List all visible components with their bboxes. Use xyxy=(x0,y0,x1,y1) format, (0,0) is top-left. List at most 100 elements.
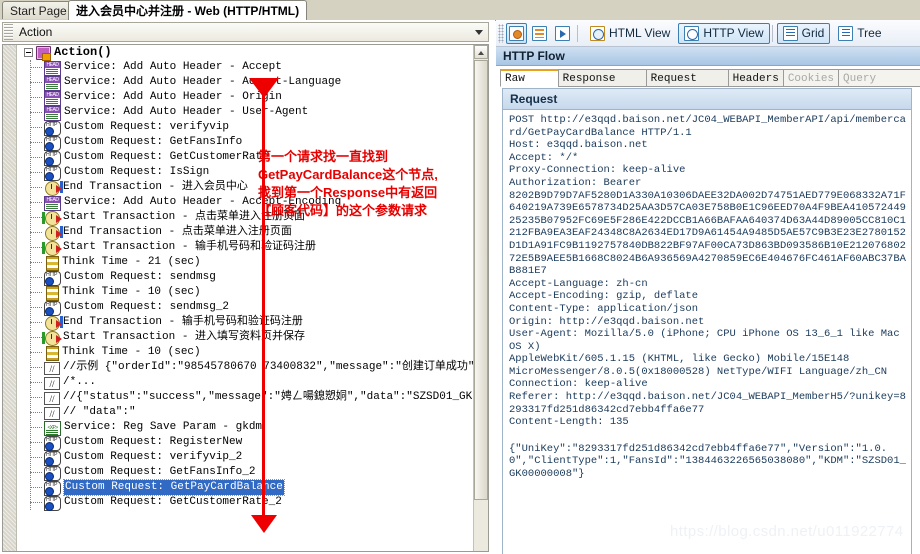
tree-item[interactable]: Start Transaction - 进入填写资料页并保存 xyxy=(18,330,472,346)
tree-connector-dots xyxy=(30,157,42,159)
tree-item[interactable]: Custom Request: verifyvip_2 xyxy=(18,450,472,466)
tree-connector-dots xyxy=(30,322,42,324)
subtab-response-body[interactable]: Response Body xyxy=(557,69,647,103)
request-header-bar: Request xyxy=(503,89,911,110)
tree-item[interactable]: Start Transaction - 输手机号码和验证码注册 xyxy=(18,240,472,256)
tree-item[interactable]: Custom Request: GetCustomerRate_2 xyxy=(18,495,472,511)
tree-item[interactable]: Service: Add Auto Header - Origin xyxy=(18,90,472,106)
request-sub-tabs: Raw DataResponse BodyRequest BodyHeaders… xyxy=(496,67,920,103)
tree-item[interactable]: Service: Add Auto Header - Accept-Encodi… xyxy=(18,195,472,211)
tree-item[interactable]: Think Time - 10 (sec) xyxy=(18,345,472,361)
tree-item[interactable]: Start Transaction - 点击菜单进入注册页面 xyxy=(18,210,472,226)
grid-icon xyxy=(782,25,798,41)
tree-item[interactable]: Service: Reg Save Param - gkdm xyxy=(18,420,472,436)
tree-connector-dots xyxy=(30,442,42,444)
tree-item[interactable]: Custom Request: GetCustomerRate xyxy=(18,150,472,166)
subtab-headers[interactable]: Headers xyxy=(727,69,784,87)
tree-item[interactable]: //{"status":"success","message":"娉ㄥ啺鎴愬姛"… xyxy=(18,390,473,407)
start-transaction-icon xyxy=(42,210,62,226)
tree-item[interactable]: Custom Request: GetPayCardBalance xyxy=(18,479,472,496)
tree-item[interactable]: Custom Request: sendmsg xyxy=(18,270,472,286)
toolbar-separator-2 xyxy=(771,24,773,42)
tree-item[interactable]: Custom Request: sendmsg_2 xyxy=(18,300,472,316)
tree-item[interactable]: Custom Request: RegisterNew xyxy=(18,435,472,451)
tree-item[interactable]: Custom Request: IsSign xyxy=(18,165,472,181)
http-flow-panel: HTML View HTTP View Grid Tree HTTP Flow … xyxy=(496,20,920,554)
tree-gutter xyxy=(3,45,17,551)
tree-item-label: Custom Request: GetFansInfo xyxy=(64,136,243,148)
comment-icon xyxy=(44,377,60,392)
action-dropdown[interactable]: Action xyxy=(2,22,489,42)
record-snapshot-button[interactable] xyxy=(506,22,527,44)
tree-connector-dots xyxy=(30,502,42,504)
tab-grid[interactable]: Grid xyxy=(776,22,831,44)
tree-connector-dots xyxy=(30,217,42,219)
tree-item[interactable]: /*... xyxy=(18,375,472,392)
tree-item[interactable]: Service: Add Auto Header - Accept xyxy=(18,60,472,76)
script-tree[interactable]: Action() Service: Add Auto Header - Accep… xyxy=(2,44,489,552)
tree-item-root[interactable]: Action() xyxy=(18,45,472,61)
tree-item-label: Think Time - 10 (sec) xyxy=(62,286,201,298)
tree-icon xyxy=(838,25,854,41)
tree-connector-dots xyxy=(30,247,42,249)
chevron-down-icon[interactable] xyxy=(475,30,483,35)
tree-item-label: Custom Request: GetCustomerRate xyxy=(64,151,269,163)
drag-grip-icon xyxy=(4,24,13,40)
tab-html-view[interactable]: HTML View xyxy=(584,23,676,44)
tree-item[interactable]: Think Time - 21 (sec) xyxy=(18,255,472,271)
tree-item-label: Custom Request: GetFansInfo_2 xyxy=(64,466,256,478)
tree-item-label: End Transaction - 输手机号码和验证码注册 xyxy=(63,316,303,328)
tab-start-page[interactable]: Start Page xyxy=(2,1,75,19)
transaction-marker-icon xyxy=(42,211,45,224)
snapshot-toolbar: HTML View HTTP View Grid Tree xyxy=(496,20,920,47)
tab-http-view[interactable]: HTTP View xyxy=(678,22,770,44)
tree-item-label: //{"status":"success","message":"娉ㄥ啺鎴愬姛"… xyxy=(63,391,473,403)
subtab-request-body[interactable]: Request Body xyxy=(645,69,729,103)
replay-snapshot-button[interactable] xyxy=(552,23,573,44)
application-window: Start Page 进入会员中心并注册 - Web (HTTP/HTML) A… xyxy=(0,0,920,554)
header-icon xyxy=(44,105,61,121)
tree-connector-dots xyxy=(30,352,42,354)
step-snapshot-button[interactable] xyxy=(529,23,550,44)
tree-connector-dots xyxy=(30,367,42,369)
annotation-arrow-line xyxy=(262,82,265,522)
request-header-label: Request xyxy=(510,92,558,106)
request-raw-text: POST http://e3qqd.baison.net/JC04_WEBAPI… xyxy=(509,114,906,429)
scroll-up-button[interactable] xyxy=(474,45,488,59)
tree-item[interactable]: //示例 {"orderId":"98545780670 73400832","… xyxy=(18,360,474,377)
tree-item[interactable]: Custom Request: verifyvip xyxy=(18,120,472,136)
expander-collapse-icon[interactable] xyxy=(24,48,33,57)
header-icon xyxy=(44,75,61,91)
tree-item[interactable]: // "data":" xyxy=(18,405,472,422)
tree-connector-dots xyxy=(30,97,42,99)
tab-http-view-label: HTTP View xyxy=(703,26,764,40)
http-request-icon xyxy=(44,495,61,511)
tree-vertical-scrollbar[interactable] xyxy=(473,45,488,551)
scroll-thumb[interactable] xyxy=(474,60,488,500)
tree-item-label: Custom Request: verifyvip_2 xyxy=(64,451,243,463)
tree-item-label: Start Transaction - 点击菜单进入注册页面 xyxy=(63,211,306,223)
tree-connector-dots xyxy=(30,427,42,429)
header-icon xyxy=(44,90,61,106)
tab-grid-label: Grid xyxy=(801,26,825,40)
tree-item[interactable]: End Transaction - 点击菜单进入注册页面 xyxy=(18,225,472,241)
tree-item[interactable]: Service: Add Auto Header - Accept-Langua… xyxy=(18,75,472,91)
end-transaction-icon xyxy=(45,315,63,331)
tree-connector-dots xyxy=(30,187,42,189)
subtab-raw-data[interactable]: Raw Data xyxy=(500,69,559,101)
tab-script-web[interactable]: 进入会员中心并注册 - Web (HTTP/HTML) xyxy=(68,0,308,20)
tab-tree[interactable]: Tree xyxy=(832,23,887,44)
tree-item[interactable]: End Transaction - 输手机号码和验证码注册 xyxy=(18,315,472,331)
end-transaction-icon xyxy=(45,225,63,241)
tree-item-label: Think Time - 21 (sec) xyxy=(62,256,201,268)
tree-item[interactable]: End Transaction - 进入会员中心 xyxy=(18,180,472,196)
tree-item[interactable]: Service: Add Auto Header - User-Agent xyxy=(18,105,472,121)
http-request-icon xyxy=(44,150,61,166)
tree-connector-dots xyxy=(30,277,42,279)
tree-item[interactable]: Custom Request: GetFansInfo xyxy=(18,135,472,151)
tree-item[interactable]: Think Time - 10 (sec) xyxy=(18,285,472,301)
tree-item[interactable]: Custom Request: GetFansInfo_2 xyxy=(18,465,472,481)
request-viewer[interactable]: Request POST http://e3qqd.baison.net/JC0… xyxy=(502,88,912,554)
tree-item-label: Custom Request: IsSign xyxy=(64,166,210,178)
comment-icon xyxy=(44,362,60,377)
